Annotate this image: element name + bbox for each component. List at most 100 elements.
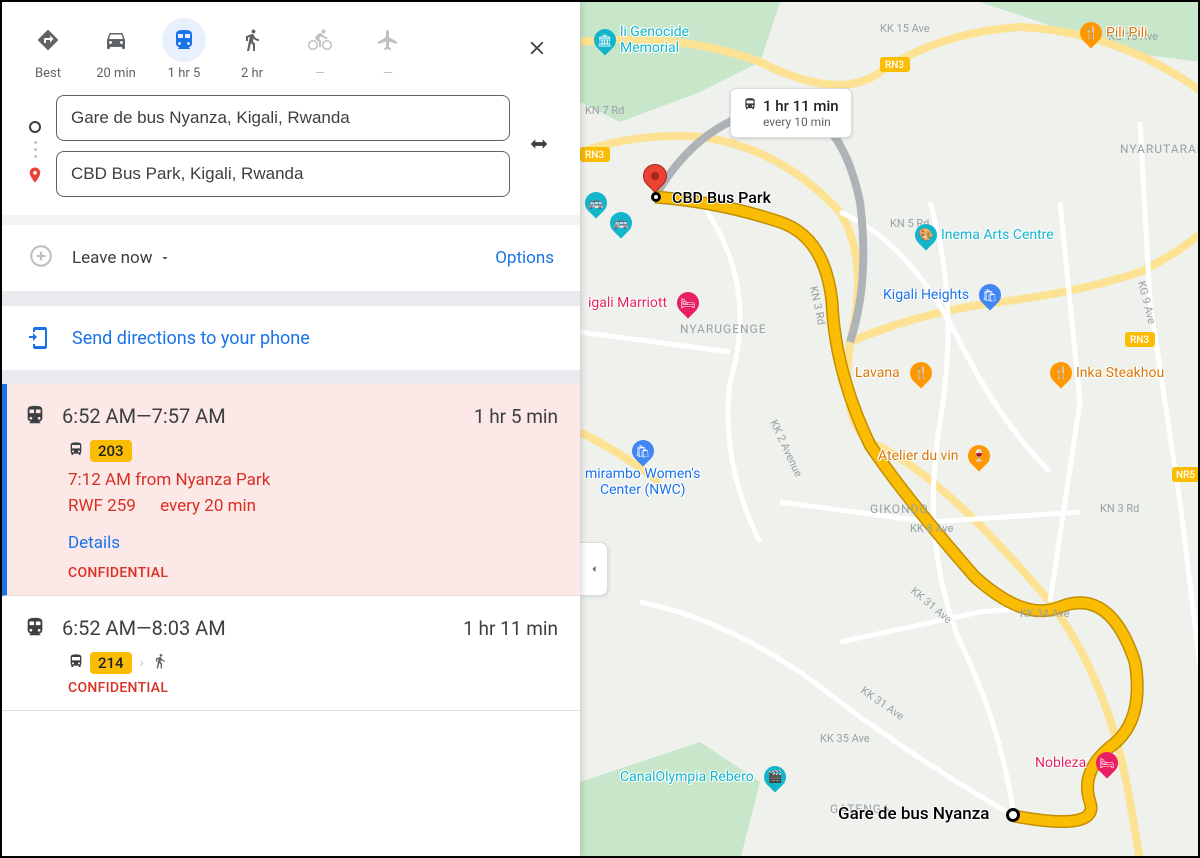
mode-transit[interactable]: 1 hr 5 <box>162 18 206 81</box>
mode-plane[interactable]: — <box>366 18 410 81</box>
poi-nobleza[interactable]: Nobleza🛏 <box>1035 752 1118 774</box>
svg-text:KK 35 Ave: KK 35 Ave <box>820 732 870 745</box>
map-route-frequency: every 10 min <box>743 115 839 129</box>
poi-canal[interactable]: CanalOlympia Rebero🎬 <box>620 766 786 788</box>
area-label: NYARUGENGE <box>680 322 767 336</box>
confidential-label: CONFIDENTIAL <box>24 565 558 581</box>
swap-icon <box>528 133 550 155</box>
send-to-phone-label: Send directions to your phone <box>72 328 310 349</box>
destination-input[interactable] <box>56 151 510 197</box>
poi-inema[interactable]: 🎨Inema Arts Centre <box>915 224 1054 246</box>
plane-icon <box>366 18 410 62</box>
poi-inka[interactable]: 🍴Inka Steakhou <box>1050 362 1164 384</box>
walk-icon <box>152 653 168 673</box>
send-to-phone-button[interactable]: Send directions to your phone <box>2 306 580 370</box>
route-details-link[interactable]: Details <box>24 519 558 565</box>
options-link[interactable]: Options <box>495 248 554 268</box>
map-route-duration: 1 hr 11 min <box>763 97 839 115</box>
map-canvas[interactable]: KN 3 Rd KK 15 Ave KG 15 Ave KN 7 Rd KN 5… <box>580 2 1198 856</box>
poi-atelier[interactable]: Atelier du vin🍷 <box>878 445 990 467</box>
schedule-row: Leave now Options <box>2 225 580 292</box>
route-fare: RWF 259 <box>68 494 136 520</box>
svg-text:RN3: RN3 <box>885 60 904 71</box>
origin-input[interactable] <box>56 95 510 141</box>
poi-pili[interactable]: 🍴Pili Pili <box>1080 22 1148 44</box>
origin-marker[interactable] <box>1006 808 1020 822</box>
send-to-phone-icon <box>28 326 52 350</box>
divider <box>2 292 580 306</box>
confidential-label: CONFIDENTIAL <box>24 680 558 696</box>
bus-icon <box>68 653 84 673</box>
bus-icon <box>68 441 84 461</box>
svg-text:RN3: RN3 <box>1130 335 1149 346</box>
route-depart-info: 7:12 AM from Nyanza Park <box>24 468 558 494</box>
destination-dot <box>651 192 661 202</box>
schedule-dropdown[interactable]: Leave now <box>72 248 171 268</box>
route-times: 6:52 AM—7:57 AM <box>62 404 226 428</box>
chevron-down-icon <box>159 252 171 264</box>
mode-label: 2 hr <box>241 66 263 81</box>
poi-lavana[interactable]: Lavana🍴 <box>855 362 932 384</box>
poi-kigali-heights[interactable]: Kigali Heights🛍 <box>883 284 1001 306</box>
mode-label: — <box>315 66 325 81</box>
svg-text:KN 7 Rd: KN 7 Rd <box>585 104 624 117</box>
transit-icon <box>162 18 206 62</box>
route-option-1[interactable]: 6:52 AM—7:57 AM 1 hr 5 min 203 7:12 AM f… <box>2 384 580 596</box>
svg-text:KK 8 Ave: KK 8 Ave <box>910 522 954 535</box>
directions-panel: Best 20 min 1 hr 5 2 hr — — <box>2 2 580 856</box>
destination-marker[interactable] <box>643 164 667 188</box>
mode-bike[interactable]: — <box>298 18 342 81</box>
bus-line-badge: 203 <box>90 440 132 462</box>
transit-stop-icon[interactable]: 🚌 <box>585 192 607 214</box>
plus-circle-icon <box>28 243 54 273</box>
schedule-label: Leave now <box>72 248 153 268</box>
mode-label: 1 hr 5 <box>168 66 201 81</box>
mode-best[interactable]: Best <box>26 18 70 81</box>
bike-icon <box>298 18 342 62</box>
red-pin-icon <box>638 159 672 193</box>
mode-label: 20 min <box>96 66 136 81</box>
origin-label: Gare de bus Nyanza <box>838 804 989 824</box>
map-background: KN 3 Rd KK 15 Ave KG 15 Ave KN 7 Rd KN 5… <box>580 2 1198 856</box>
route-option-2[interactable]: 6:52 AM—8:03 AM 1 hr 11 min 214 › CONFID… <box>2 596 580 711</box>
walk-icon <box>230 18 274 62</box>
route-times: 6:52 AM—8:03 AM <box>62 616 226 640</box>
travel-modes-row: Best 20 min 1 hr 5 2 hr — — <box>2 2 580 89</box>
route-duration: 1 hr 11 min <box>463 617 558 640</box>
svg-text:NR5: NR5 <box>1176 470 1195 481</box>
collapse-panel-button[interactable] <box>580 542 608 596</box>
route-duration: 1 hr 5 min <box>474 405 558 428</box>
mode-label: Best <box>35 66 61 81</box>
close-button[interactable] <box>518 29 556 71</box>
svg-text:KN 3 Rd: KN 3 Rd <box>1100 502 1139 515</box>
destination-label: CBD Bus Park <box>672 188 771 207</box>
divider <box>2 215 580 225</box>
poi-marriott[interactable]: igali Marriott🛏 <box>588 292 699 314</box>
area-label: GIKONDO <box>870 502 929 516</box>
chevron-left-icon <box>588 563 600 575</box>
svg-text:KK 15 Ave: KK 15 Ave <box>880 22 930 35</box>
car-icon <box>94 18 138 62</box>
route-frequency: every 20 min <box>160 496 256 516</box>
chevron-right-icon: › <box>138 655 146 671</box>
poi-genocide-memorial[interactable]: 🏛li Genocide Memorial <box>594 24 689 56</box>
directions-inputs <box>2 89 580 215</box>
bus-line-badge: 214 <box>90 652 132 674</box>
mode-car[interactable]: 20 min <box>94 18 138 81</box>
divider <box>2 370 580 384</box>
poi-nwc[interactable]: 🛍mirambo Women's Center (NWC) <box>585 440 700 498</box>
bus-icon <box>743 97 757 115</box>
map-route-badge[interactable]: 1 hr 11 min every 10 min <box>730 88 852 138</box>
svg-text:RN3: RN3 <box>585 150 604 161</box>
directions-icon <box>26 18 70 62</box>
train-icon <box>24 402 46 430</box>
close-icon <box>526 37 548 59</box>
train-icon <box>24 614 46 642</box>
waypoint-icons <box>26 109 44 184</box>
area-label: NYARUTARAN <box>1120 142 1198 156</box>
origin-dot-icon <box>29 121 41 133</box>
destination-pin-icon <box>26 166 44 184</box>
mode-walk[interactable]: 2 hr <box>230 18 274 81</box>
swap-button[interactable] <box>522 127 556 165</box>
transit-stop-icon[interactable]: 🚌 <box>610 212 632 234</box>
